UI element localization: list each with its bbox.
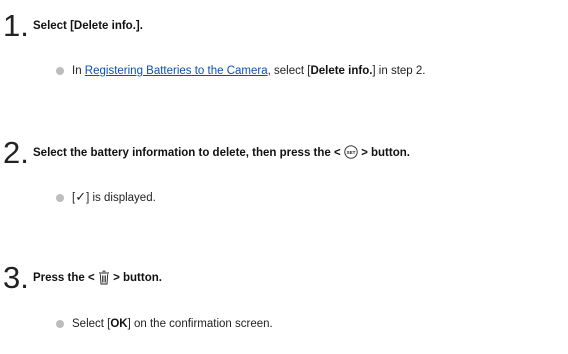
step-1-bullet-mid: , select [ <box>267 65 311 77</box>
step-2-number: 2. <box>3 135 29 170</box>
step-1-bullet: In Registering Batteries to the Camera, … <box>0 62 568 80</box>
svg-text:SET: SET <box>346 150 355 155</box>
step-2-title-before: Select the battery information to delete… <box>33 147 344 159</box>
step-1-bullet-suffix: ] in step 2. <box>372 65 426 77</box>
erase-trash-icon <box>98 270 109 285</box>
step-1-bullet-text: In Registering Batteries to the Camera, … <box>72 62 425 80</box>
step-2-bullet: [✓] is displayed. <box>0 189 568 207</box>
bullet-dot-icon <box>56 67 64 75</box>
step-3-bullet-prefix: Select [ <box>72 318 111 330</box>
checkmark-icon: ✓ <box>75 190 87 205</box>
step-3-title-before: Press the < <box>33 272 98 284</box>
step-1-bullet-prefix: In <box>72 65 85 77</box>
step-1-number: 1. <box>3 8 29 43</box>
step-2-heading: 2. Select the battery information to del… <box>0 135 568 171</box>
ok-emphasis: OK <box>110 318 128 330</box>
step-2-bullet-close: ] is displayed. <box>86 192 156 204</box>
step-2-bullet-text: [✓] is displayed. <box>72 189 156 207</box>
delete-info-emphasis: Delete info. <box>310 65 373 77</box>
step-3-bullet-text: Select [OK] on the confirmation screen. <box>72 315 273 333</box>
step-3-bullet: Select [OK] on the confirmation screen. <box>0 315 568 333</box>
set-button-icon: SET <box>344 145 358 159</box>
bullet-dot-icon <box>56 194 64 202</box>
step-3-title: Press the < > button. <box>33 270 162 286</box>
bullet-dot-icon <box>56 320 64 328</box>
step-3-bullet-suffix: ] on the confirmation screen. <box>127 318 273 330</box>
step-3-heading: 3. Press the < > button. <box>0 260 568 296</box>
step-2-title-after: > button. <box>357 147 410 159</box>
registering-batteries-link[interactable]: Registering Batteries to the Camera <box>85 65 268 77</box>
step-3-number: 3. <box>3 260 29 295</box>
step-2-title: Select the battery information to delete… <box>33 145 410 161</box>
step-1-heading: 1. Select [Delete info.]. <box>0 8 568 44</box>
step-1-title: Select [Delete info.]. <box>33 20 143 32</box>
step-3-title-after: > button. <box>109 272 162 284</box>
